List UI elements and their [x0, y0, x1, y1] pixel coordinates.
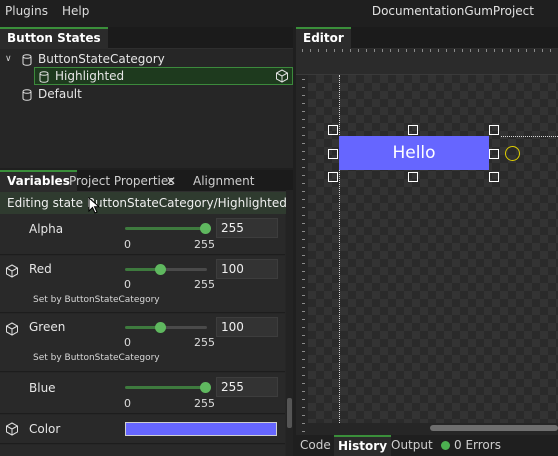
editing-state-banner: Editing state ButtonStateCategory/Highli… [0, 192, 293, 214]
tree-item-default[interactable]: Default [22, 85, 222, 103]
category-row: ButtonStateCategory [22, 50, 165, 68]
red-slider-thumb[interactable] [155, 264, 166, 275]
slider-max-label: 255 [194, 278, 215, 291]
errors-label: 0 Errors [454, 438, 501, 452]
editor-panel: Editor Hello Code History Output 0 Error… [296, 27, 558, 456]
hello-button-instance[interactable]: Hello [339, 136, 489, 170]
slider-min-label: 0 [124, 336, 131, 349]
set-by-label: Set by ButtonStateCategory [33, 353, 160, 363]
editor-scrollbar-thumb[interactable] [430, 425, 558, 431]
blue-value-input[interactable]: 255 [216, 377, 278, 397]
slider-max-label: 255 [194, 336, 215, 349]
variable-row-green: Green 0 255 100 Set by ButtonStateCatego… [0, 314, 285, 372]
tab-history[interactable]: History [334, 435, 392, 456]
variables-scrollbar-thumb[interactable] [287, 398, 292, 428]
cube-icon [276, 69, 288, 83]
resize-handle-top-left[interactable] [328, 125, 338, 135]
errors-status[interactable]: 0 Errors [437, 435, 505, 456]
editor-tabstrip: Editor [296, 27, 558, 49]
highlighted-row: Highlighted [39, 67, 124, 85]
resize-handle-left[interactable] [328, 149, 338, 159]
variable-row-alpha: Alpha 0 255 255 [0, 214, 285, 255]
tree-item-highlighted[interactable]: Highlighted [34, 67, 293, 85]
variables-scrollbar[interactable] [286, 190, 293, 456]
green-value-input[interactable]: 100 [216, 317, 278, 337]
tree-item-category-label: ButtonStateCategory [38, 52, 165, 66]
tree-item-highlighted-label: Highlighted [55, 69, 125, 83]
slider-min-label: 0 [124, 397, 131, 410]
bottom-tabstrip: Code History Output 0 Errors [296, 435, 558, 456]
variables-tabstrip: Variables Project Properties ✕ Alignment [0, 170, 293, 192]
menu-bar: Plugins Help DocumentationGumProject [0, 0, 558, 24]
mouse-cursor-icon [88, 197, 101, 214]
blue-slider-thumb[interactable] [200, 382, 211, 393]
button-states-panel: Button States ∨ ButtonStateCategory High… [0, 27, 293, 168]
alpha-value-input[interactable]: 255 [216, 218, 278, 238]
editor-canvas[interactable]: Hello [308, 75, 558, 423]
tree-item-default-label: Default [38, 87, 82, 101]
top-ruler-ticks [302, 49, 558, 52]
alpha-slider-thumb[interactable] [200, 223, 211, 234]
variables-panel: Variables Project Properties ✕ Alignment… [0, 170, 293, 456]
tree-item-category[interactable]: ∨ ButtonStateCategory [5, 50, 285, 68]
tab-output[interactable]: Output [387, 435, 437, 456]
green-slider-thumb[interactable] [155, 322, 166, 333]
resize-handle-bottom-right[interactable] [489, 172, 499, 182]
resize-handle-top-right[interactable] [489, 125, 499, 135]
variable-row-red: Red 0 255 100 Set by ButtonStateCategory [0, 256, 285, 313]
variable-name: Red [29, 262, 52, 276]
alpha-slider-track[interactable] [125, 227, 207, 230]
green-slider-rest [161, 326, 207, 329]
color-swatch[interactable] [125, 422, 277, 436]
menu-plugins[interactable]: Plugins [5, 4, 48, 18]
set-by-label: Set by ButtonStateCategory [33, 295, 160, 305]
project-title: DocumentationGumProject [371, 4, 534, 18]
states-tabstrip: Button States [0, 27, 293, 49]
cube-icon [6, 264, 18, 278]
origin-marker[interactable] [505, 146, 520, 161]
variable-name: Green [29, 320, 66, 334]
status-dot-icon [441, 441, 450, 450]
tab-button-states[interactable]: Button States [0, 27, 108, 49]
tab-code[interactable]: Code [296, 435, 335, 456]
resize-handle-top[interactable] [408, 125, 418, 135]
cube-icon [6, 422, 18, 436]
blue-slider-track[interactable] [125, 386, 207, 389]
top-ruler [296, 49, 558, 75]
tab-alignment[interactable]: Alignment [186, 170, 261, 192]
red-slider-rest [161, 268, 207, 271]
variable-name: Blue [29, 381, 56, 395]
close-icon[interactable]: ✕ [164, 170, 178, 192]
resize-handle-right[interactable] [489, 149, 499, 159]
left-ruler-ticks [302, 79, 305, 433]
editor-scrollbar[interactable] [308, 423, 558, 433]
cylinder-icon [39, 70, 49, 83]
menu-help[interactable]: Help [62, 4, 89, 18]
cube-icon [6, 322, 18, 336]
slider-min-label: 0 [124, 278, 131, 291]
resize-handle-bottom-left[interactable] [328, 172, 338, 182]
cylinder-icon [22, 53, 32, 66]
next-row-partial [0, 445, 285, 456]
red-value-input[interactable]: 100 [216, 259, 278, 279]
variable-row-blue: Blue 0 255 255 [0, 373, 285, 414]
chevron-down-icon[interactable]: ∨ [5, 50, 12, 68]
left-ruler [296, 75, 308, 433]
resize-handle-bottom[interactable] [408, 172, 418, 182]
slider-min-label: 0 [124, 238, 131, 251]
color-variable-name: Color [29, 422, 61, 436]
tab-editor[interactable]: Editor [296, 27, 351, 49]
slider-max-label: 255 [194, 238, 215, 251]
guide-line-horizontal [501, 136, 558, 137]
variable-name: Alpha [29, 222, 64, 236]
guide-line-vertical [339, 75, 340, 423]
variable-row-color: Color [0, 415, 285, 444]
slider-max-label: 255 [194, 397, 215, 410]
cylinder-icon [22, 88, 32, 101]
